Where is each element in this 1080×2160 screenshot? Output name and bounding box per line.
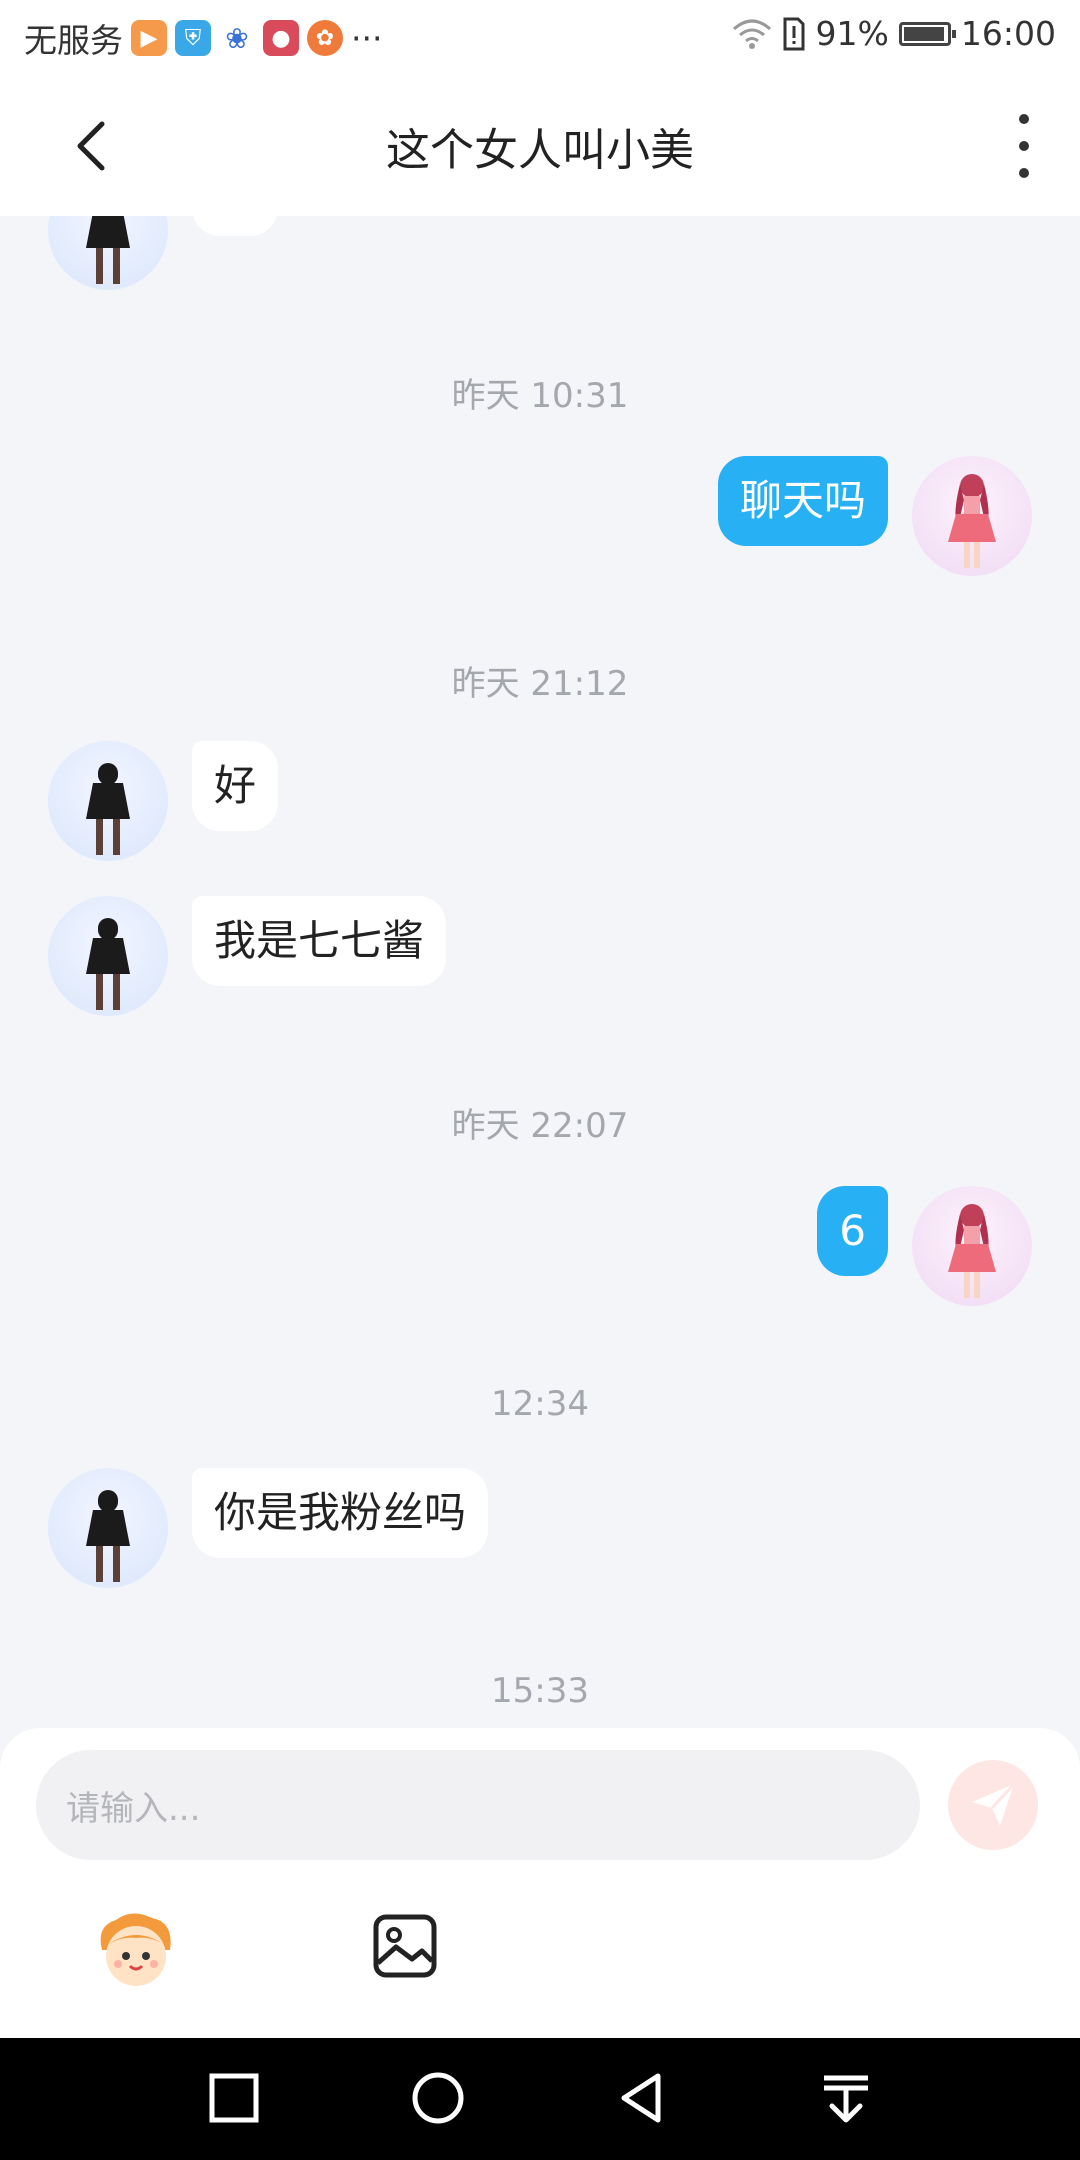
- avatar-other[interactable]: [48, 216, 168, 290]
- message-bubble[interactable]: 在: [192, 216, 279, 236]
- avatar-other[interactable]: [48, 741, 168, 861]
- timestamp: 昨天 10:31: [451, 376, 629, 416]
- status-right: 91% 16:00: [732, 14, 1056, 53]
- avatar-other[interactable]: [48, 896, 168, 1016]
- recent-apps-icon[interactable]: [204, 2068, 264, 2128]
- nav-back-icon[interactable]: [612, 2068, 672, 2128]
- message-bubble[interactable]: 我是七七酱: [192, 896, 447, 986]
- video-app-icon: ▶: [131, 20, 167, 56]
- page-title: 这个女人叫小美: [386, 125, 694, 176]
- input-placeholder: 请输入...: [66, 1788, 201, 1829]
- timestamp: 昨天 21:12: [451, 664, 629, 704]
- back-icon[interactable]: [64, 116, 124, 176]
- status-bar: 无服务 ▶ ⛨ ❀ ● ✿ ··· 91% 16:00: [0, 0, 1080, 76]
- message-bubble-self[interactable]: 6: [817, 1186, 888, 1276]
- message-input[interactable]: 请输入...: [36, 1750, 920, 1860]
- avatar-self[interactable]: [912, 456, 1032, 576]
- battery-percent: 91%: [815, 14, 889, 53]
- system-nav-bar: [0, 2038, 1080, 2160]
- more-notifications-icon: ···: [351, 18, 383, 58]
- more-options-icon[interactable]: [1004, 114, 1044, 178]
- message-list[interactable]: 在 昨天 10:31 聊天吗 昨天 21:12 好 我是七七酱 昨天 22:07…: [0, 216, 1080, 1728]
- notification-shade-icon[interactable]: [816, 2068, 876, 2128]
- wifi-icon: [732, 19, 771, 49]
- chat-header: 这个女人叫小美: [0, 76, 1080, 216]
- paper-plane-icon: [972, 1782, 1016, 1826]
- message-bubble[interactable]: 好: [192, 741, 279, 831]
- recorder-icon: ●: [263, 20, 299, 56]
- clock: 16:00: [960, 14, 1056, 53]
- battery-icon: [898, 21, 956, 46]
- timestamp: 昨天 22:07: [451, 1106, 629, 1146]
- avatar-other[interactable]: [48, 1468, 168, 1588]
- status-left: 无服务 ▶ ⛨ ❀ ● ✿ ···: [24, 14, 382, 62]
- send-button[interactable]: [948, 1760, 1038, 1850]
- weishi-icon: ✿: [307, 20, 343, 56]
- image-icon[interactable]: [372, 1913, 438, 1979]
- sim-alert-icon: [783, 17, 805, 50]
- message-bubble-self[interactable]: 聊天吗: [717, 456, 888, 546]
- timestamp: 15:33: [491, 1671, 589, 1711]
- home-icon[interactable]: [408, 2068, 468, 2128]
- carrier-text: 无服务: [24, 21, 123, 60]
- message-bubble[interactable]: 你是我粉丝吗: [192, 1468, 489, 1558]
- shield-app-icon: ⛨: [175, 20, 211, 56]
- avatar-self[interactable]: [912, 1186, 1032, 1306]
- timestamp: 12:34: [491, 1384, 589, 1424]
- emoji-icon[interactable]: [92, 1906, 180, 1994]
- baidu-icon: ❀: [225, 21, 249, 55]
- input-bar: 请输入...: [0, 1728, 1080, 2038]
